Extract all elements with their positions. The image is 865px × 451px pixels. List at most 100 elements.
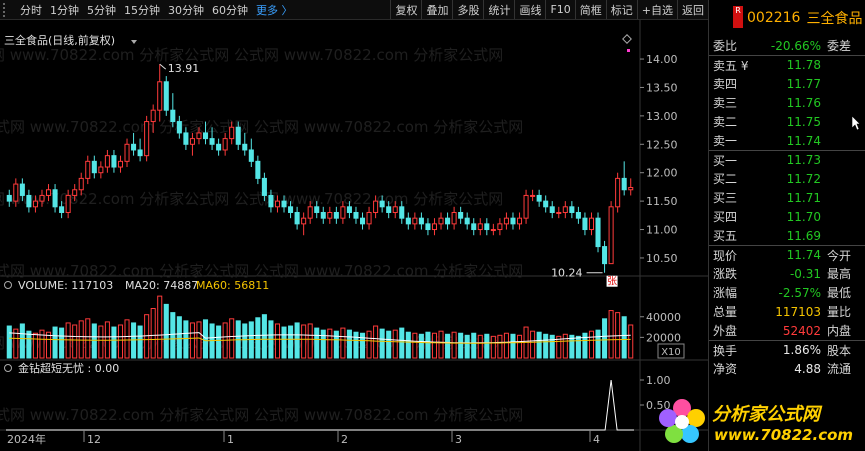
volume-bar <box>588 330 595 359</box>
kline-chart[interactable]: 公式网 www.70822.com 分析家公式网 公式网 www.70822.c… <box>0 20 708 451</box>
volume-bar <box>595 329 601 359</box>
toolbar-action-5[interactable]: F10 <box>545 0 574 19</box>
toolbar-action-9[interactable]: 返回 <box>677 0 708 19</box>
period-tabs: 分时 1分钟 5分钟 15分钟 30分钟 60分钟 <box>0 0 252 19</box>
volume-bar <box>431 332 438 359</box>
quote-row: 卖一 11.74 <box>709 131 865 150</box>
candle-body <box>412 217 418 225</box>
candle-body <box>52 189 58 208</box>
quote-value: 11.72 <box>786 171 821 186</box>
candle-body <box>458 211 464 219</box>
toolbar-action-6[interactable]: 简框 <box>574 0 606 19</box>
watermark-text: 公式网 www.70822.com 分析家公式网 公式网 www.70822.c… <box>0 406 523 424</box>
candle-body <box>288 206 294 213</box>
quote-row: 现价 11.74 今开 <box>709 245 865 264</box>
quote-value: 11.71 <box>786 190 821 205</box>
volume-bar <box>536 331 542 359</box>
candle-body <box>405 217 411 225</box>
toolbar-action-7[interactable]: 标记 <box>605 0 637 19</box>
price-tick-label: 10.50 <box>646 252 678 265</box>
volume-bar <box>19 323 25 359</box>
period-tab-5[interactable]: 60分钟 <box>208 0 252 19</box>
volume-bar <box>91 323 97 359</box>
volume-bar <box>340 327 346 359</box>
volume-bar <box>464 334 470 359</box>
quote-value: -20.66% <box>770 38 821 53</box>
volume-bar <box>281 326 287 359</box>
quote-row: 买五 11.69 <box>709 226 865 245</box>
volume-bar <box>516 334 523 359</box>
r-badge: R <box>733 6 743 28</box>
volume-bar <box>301 324 307 359</box>
candle-body <box>294 211 300 225</box>
indicator-label: 金钻超短无忧 : 0.00 <box>18 361 119 375</box>
candle-body <box>157 81 163 111</box>
toolbar-action-3[interactable]: 统计 <box>483 0 514 19</box>
candle-body <box>543 200 549 208</box>
candle-body <box>431 223 438 231</box>
volume-bar <box>451 331 457 359</box>
volume-bar <box>379 328 385 359</box>
volume-bar <box>150 308 156 359</box>
candle-body <box>307 206 313 219</box>
volume-bar <box>392 329 398 359</box>
more-periods-button[interactable]: 更多 〉 <box>252 0 297 19</box>
candle-body <box>588 217 595 231</box>
candle-body <box>451 211 457 225</box>
quote-label: 买四 <box>713 210 738 224</box>
quote-label: 买一 <box>713 153 738 168</box>
quote-value: 1.86% <box>782 343 821 357</box>
volume-bar <box>333 330 339 359</box>
quote-row: 买一 11.73 <box>709 150 865 169</box>
volume-bar <box>405 331 411 359</box>
candle-body <box>484 223 490 231</box>
marker-icon <box>627 49 630 52</box>
candle-body <box>176 121 182 134</box>
toolbar-grip-icon[interactable] <box>3 2 13 17</box>
volume-bar <box>32 332 38 359</box>
volume-bar <box>562 333 568 359</box>
period-tab-0[interactable]: 分时 <box>16 0 46 19</box>
quote-value: -0.31 <box>789 266 821 281</box>
period-tab-4[interactable]: 30分钟 <box>164 0 208 19</box>
candle-body <box>353 211 359 219</box>
candle-body <box>85 160 91 179</box>
toolbar-action-0[interactable]: 复权 <box>390 0 421 19</box>
volume-bar <box>418 333 424 359</box>
quote-row: 委比 -20.66% 委差 <box>709 36 865 55</box>
volume-bar <box>176 316 182 359</box>
period-tab-3[interactable]: 15分钟 <box>120 0 164 19</box>
indicator-settings-icon <box>4 364 12 372</box>
candle-body <box>530 194 536 197</box>
volume-bar <box>288 325 294 359</box>
quote-label: 委比 <box>713 39 738 53</box>
toolbar-action-4[interactable]: 画线 <box>514 0 545 19</box>
candle-body <box>137 149 143 157</box>
volume-ma60-label: MA60: 56811 <box>196 279 269 292</box>
volume-bar <box>510 333 516 359</box>
volume-bar <box>202 319 209 359</box>
quote-label: 现价 <box>713 248 738 263</box>
candle-body <box>575 211 581 219</box>
quote-row: 涨跌 -0.31 最高 <box>709 264 865 283</box>
zhang-badge: 张 <box>607 276 617 288</box>
candle-body <box>163 81 169 111</box>
price-tick-label: 14.00 <box>646 53 678 66</box>
period-tab-1[interactable]: 1分钟 <box>46 0 83 19</box>
quote-label: 卖二 <box>713 115 738 129</box>
date-label: 4 <box>593 433 600 446</box>
candle-body <box>91 160 97 174</box>
chart-title: 三全食品(日线,前复权) <box>4 33 115 47</box>
volume-bar <box>131 322 137 359</box>
x10-label: X10 <box>661 347 681 358</box>
candle-body <box>209 138 215 145</box>
toolbar-action-2[interactable]: 多股 <box>452 0 483 19</box>
period-tab-2[interactable]: 5分钟 <box>83 0 120 19</box>
toolbar-actions: 复权 叠加 多股 统计 画线 F10 简框 标记 +自选 返回 <box>390 0 708 19</box>
volume-bar <box>255 317 261 359</box>
quote-row: 换手 1.86% 股本 <box>709 340 865 359</box>
candle-body <box>189 138 195 145</box>
toolbar-action-8[interactable]: +自选 <box>636 0 677 19</box>
toolbar-action-1[interactable]: 叠加 <box>421 0 452 19</box>
candle-body <box>104 155 110 168</box>
